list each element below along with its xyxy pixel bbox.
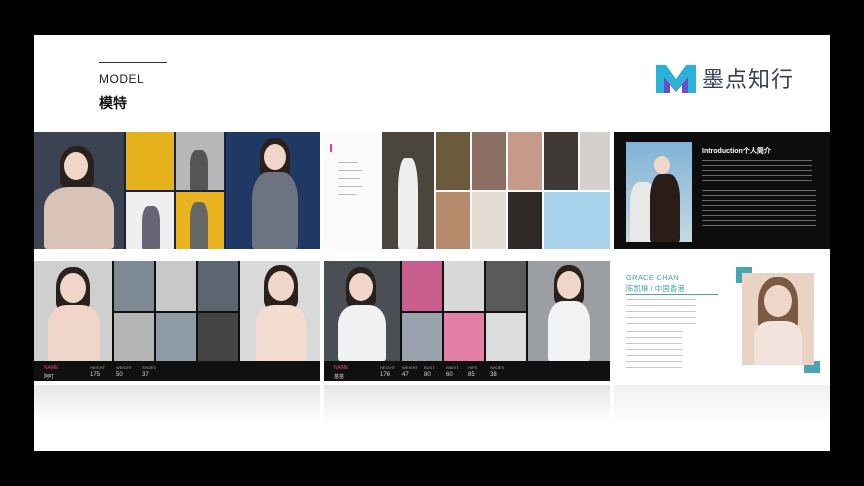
stat-values: 175 50 37	[90, 372, 158, 378]
stat-label: WEIGHT	[402, 365, 418, 370]
photo-tile	[486, 313, 526, 361]
model-name: 苗苗	[334, 374, 345, 380]
text-placeholder	[626, 299, 696, 325]
model-name-en: GRACE CHAN	[626, 273, 680, 282]
model-panel-6[interactable]: GRACE CHAN 陈凯琳 / 中国香港	[614, 261, 830, 381]
stat-labels: HEIGHT WEIGHT SHOES	[90, 365, 158, 370]
stat-label: SHOES	[142, 365, 157, 370]
photo-tile	[156, 313, 196, 361]
stat-label: WEIGHT	[116, 365, 132, 370]
photo-tile	[436, 132, 470, 190]
stat-value: 85	[468, 372, 475, 378]
divider	[626, 294, 718, 295]
page-title: 模特	[99, 95, 127, 111]
text-placeholder	[338, 186, 362, 187]
photo-tile	[436, 192, 470, 249]
text-placeholder	[702, 160, 812, 184]
reflection	[614, 385, 830, 425]
stat-label: HEIGHT	[90, 365, 106, 370]
photo-tile	[402, 261, 442, 311]
section-eyebrow: MODEL	[99, 72, 145, 86]
text-placeholder	[338, 162, 358, 163]
reflection	[324, 385, 610, 425]
photo-tile	[472, 192, 506, 249]
photo-tile	[198, 313, 238, 361]
stat-value: 47	[402, 372, 409, 378]
photo-tile	[114, 261, 154, 311]
brand-logo: 墨点知行	[656, 61, 794, 95]
photo-tile	[114, 313, 154, 361]
photo-tile	[156, 261, 196, 311]
model-panel-2[interactable]	[324, 132, 610, 249]
photo-tile	[472, 132, 506, 190]
photo-tile	[382, 132, 434, 249]
stat-value: 37	[142, 372, 149, 378]
stat-label: SHOES	[490, 365, 505, 370]
logo-mark-icon	[656, 65, 696, 93]
photo-tile	[626, 142, 692, 242]
photo-tile	[742, 273, 814, 365]
photo-tile	[528, 261, 610, 361]
stat-values: 176 47 80 60 85 38	[380, 372, 506, 378]
photo-tile	[508, 132, 542, 190]
header-rule	[99, 62, 167, 63]
photo-tile	[198, 261, 238, 311]
photo-tile	[126, 132, 174, 190]
model-panel-1[interactable]	[34, 132, 320, 249]
logo-name: 墨点知行	[702, 67, 795, 92]
model-panel-4[interactable]: NAME 阿叮 HEIGHT WEIGHT SHOES 175 50 37	[34, 261, 320, 381]
name-badge: NAME	[334, 365, 349, 371]
photo-tile	[34, 261, 112, 361]
photo-tile	[240, 261, 320, 361]
photo-tile	[486, 261, 526, 311]
text-placeholder	[338, 194, 356, 195]
text-placeholder	[338, 178, 360, 179]
photo-tile	[402, 313, 442, 361]
stat-value: 80	[424, 372, 431, 378]
photo-tile	[176, 132, 224, 190]
accent-mark	[330, 144, 332, 152]
reflection	[34, 385, 320, 425]
name-badge: NAME	[44, 365, 59, 371]
text-placeholder	[702, 190, 816, 230]
photo-tile	[544, 192, 610, 249]
slide: MODEL 模特 墨点知行 Introduction个人简介 NAME 阿叮 H…	[34, 35, 830, 451]
stat-value: 50	[116, 372, 123, 378]
stat-label: BUST	[424, 365, 435, 370]
photo-tile	[226, 132, 320, 249]
model-panel-5[interactable]: NAME 苗苗 HEIGHT WEIGHT BUST WAIST HIPS SH…	[324, 261, 610, 381]
model-name: 阿叮	[44, 374, 55, 380]
photo-tile	[324, 261, 400, 361]
stat-label: HEIGHT	[380, 365, 396, 370]
intro-title: Introduction个人简介	[702, 148, 771, 155]
photo-tile	[34, 132, 124, 249]
stat-value: 176	[380, 372, 391, 378]
photo-tile	[126, 192, 174, 249]
photo-tile	[544, 132, 578, 190]
stat-label: HIPS	[468, 365, 478, 370]
photo-tile	[508, 192, 542, 249]
stat-value: 60	[446, 372, 453, 378]
model-panel-3[interactable]: Introduction个人简介	[614, 132, 830, 249]
text-placeholder	[338, 170, 362, 171]
stat-value: 175	[90, 372, 101, 378]
stat-labels: HEIGHT WEIGHT BUST WAIST HIPS SHOES	[380, 365, 506, 370]
photo-tile	[444, 261, 484, 311]
stat-value: 38	[490, 372, 497, 378]
stat-label: WAIST	[446, 365, 459, 370]
text-placeholder	[626, 331, 682, 371]
photo-tile	[176, 192, 224, 249]
model-name-cn: 陈凯琳 / 中国香港	[626, 284, 685, 293]
photo-tile	[580, 132, 610, 190]
photo-tile	[444, 313, 484, 361]
